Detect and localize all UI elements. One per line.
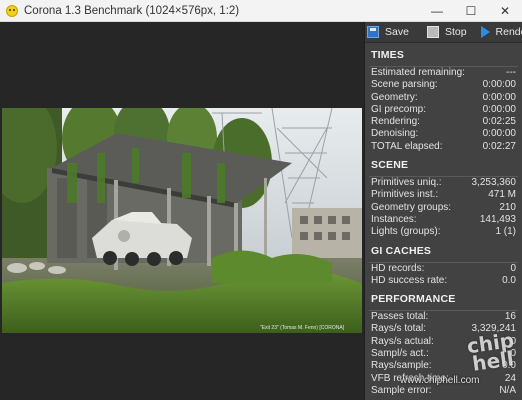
stat-value: 0:02:27 [482, 140, 516, 152]
stat-row: TOTAL elapsed: 0:02:27 [365, 141, 522, 153]
times-title: TIMES [371, 49, 405, 61]
times-section: TIMES Estimated remaining: --- Scene parsi… [365, 43, 522, 153]
stat-value: 0.0 [502, 274, 516, 286]
stat-value: 0:02:25 [482, 116, 516, 128]
stat-label: TOTAL elapsed: [371, 140, 443, 152]
stop-icon [426, 26, 439, 38]
stop-button[interactable]: Stop [426, 23, 471, 41]
stat-label: Passes total: [371, 311, 429, 323]
close-button[interactable]: ✕ [488, 0, 522, 22]
scene-section: SCENE Primitives uniq.: 3,253,360 Primitiv… [365, 153, 522, 238]
gi-caches-section: GI CACHES HD records: 0 HD success rate: 0.… [365, 239, 522, 288]
stat-row: Geometry: 0:00:00 [365, 92, 522, 104]
render-label: Render [495, 26, 522, 38]
stat-row: Primitives uniq.: 3,253,360 [365, 177, 522, 189]
stat-label: Rays/s total: [371, 323, 427, 335]
stat-label: Rays/s actual: [371, 335, 434, 347]
stat-label: Sample error: [371, 384, 432, 396]
times-rows: Estimated remaining: --- Scene parsing: 0:0… [365, 67, 522, 153]
stat-value: 0:00:00 [482, 91, 516, 103]
scene-title: SCENE [371, 159, 409, 172]
stat-value: 3,253,360 [471, 177, 517, 189]
save-button[interactable]: Save [367, 23, 413, 41]
stat-label: Lights (groups): [371, 226, 441, 238]
window-controls: — ☐ ✕ [420, 0, 522, 22]
stat-row: HD success rate: 0.0 [365, 275, 522, 287]
stat-row: GI precomp: 0:00:00 [365, 104, 522, 116]
scene-rows: Primitives uniq.: 3,253,360 Primitives ins… [365, 177, 522, 238]
save-label: Save [385, 26, 409, 38]
stat-row: HD records: 0 [365, 263, 522, 275]
stat-label: Primitives inst.: [371, 189, 439, 201]
stat-row: Instances: 141,493 [365, 214, 522, 226]
gi-caches-rows: HD records: 0 HD success rate: 0.0 [365, 263, 522, 288]
stat-value: --- [506, 67, 516, 78]
stat-label: Rays/sample: [371, 360, 432, 372]
stat-label: Instances: [371, 213, 417, 225]
stat-label: HD success rate: [371, 274, 448, 286]
stat-label: Geometry: [371, 91, 418, 103]
stop-label: Stop [444, 26, 467, 38]
stat-label: Primitives uniq.: [371, 177, 442, 189]
performance-title: PERFORMANCE [371, 293, 456, 306]
stat-value: 141,493 [479, 213, 516, 225]
render-button[interactable]: Render [480, 23, 522, 41]
gi-caches-title: GI CACHES [371, 244, 432, 257]
stat-row: Denoising: 0:00:00 [365, 128, 522, 140]
stat-value: 0 [510, 262, 516, 274]
stat-label: Geometry groups: [371, 201, 452, 213]
play-icon [480, 26, 490, 38]
stat-label: Estimated remaining: [371, 67, 465, 78]
stat-row: Primitives inst.: 471 M [365, 189, 522, 201]
stat-label: Sampl/s act.: [371, 348, 429, 360]
window-title-bar[interactable]: Corona 1.3 Benchmark (1024×576px, 1:2) —… [0, 0, 522, 22]
rendered-image: "Exit 23" (Tomas M. Fenn) [CORONA] [2, 108, 362, 333]
stat-value: 471 M [488, 189, 516, 201]
render-caption: "Exit 23" (Tomas M. Fenn) [CORONA] [260, 325, 345, 331]
stat-label: Denoising: [371, 128, 419, 140]
floppy-disk-icon [367, 26, 379, 38]
stat-value: 0:00:00 [482, 79, 516, 91]
chiphell-watermark-url: www.chiphell.com [400, 375, 480, 386]
stat-value: 16 [504, 311, 516, 323]
minimize-button[interactable]: — [420, 0, 454, 22]
panel-toolbar: Save Stop Render [365, 22, 522, 43]
stat-label: GI precomp: [371, 103, 427, 115]
stat-row: Passes total: 16 [365, 311, 522, 323]
window-title: Corona 1.3 Benchmark (1024×576px, 1:2) [24, 4, 240, 17]
stat-row: Geometry groups: 210 [365, 202, 522, 214]
stat-value: 0:00:00 [482, 128, 516, 140]
stat-label: Scene parsing: [371, 79, 438, 91]
stat-row: Scene parsing: 0:00:00 [365, 79, 522, 91]
render-viewport[interactable]: "Exit 23" (Tomas M. Fenn) [CORONA] [0, 22, 364, 400]
stat-row: Lights (groups): 1 (1) [365, 226, 522, 238]
maximize-button[interactable]: ☐ [454, 0, 488, 22]
stat-row: Rendering: 0:02:25 [365, 116, 522, 128]
stat-value: 1 (1) [495, 226, 516, 238]
stat-label: HD records: [371, 262, 425, 274]
stat-value: 0:00:00 [482, 103, 516, 115]
stat-label: Rendering: [371, 116, 420, 128]
stat-value: 210 [499, 201, 516, 213]
stat-row: Estimated remaining: --- [365, 67, 522, 79]
corona-app-icon [6, 4, 18, 17]
